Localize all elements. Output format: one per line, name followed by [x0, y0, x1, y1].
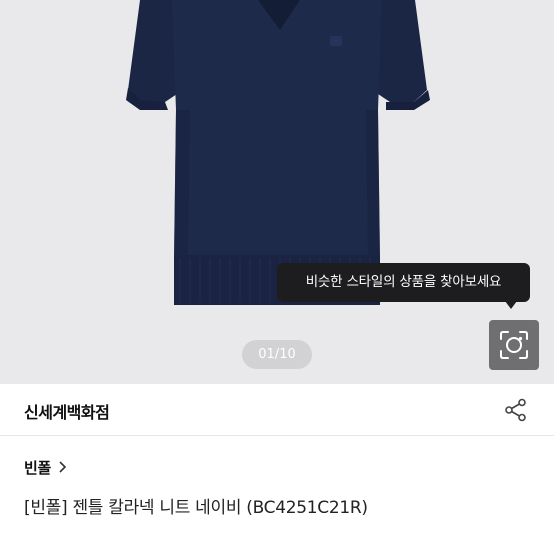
- tooltip-text: 비슷한 스타일의 상품을 찾아보세요: [305, 274, 502, 290]
- share-button[interactable]: [502, 396, 530, 424]
- product-title: [빈폴] 젠틀 칼라넥 니트 네이비 (BC4251C21R): [24, 498, 368, 518]
- camera-scan-icon: [500, 331, 528, 359]
- seller-bar: 신세계백화점: [0, 384, 554, 436]
- product-photo: [126, 0, 430, 305]
- image-search-button[interactable]: [489, 320, 539, 370]
- similar-style-tooltip[interactable]: 비슷한 스타일의 상품을 찾아보세요: [277, 263, 530, 302]
- share-icon: [505, 398, 526, 422]
- product-image-gallery[interactable]: 비슷한 스타일의 상품을 찾아보세요 01/10: [0, 0, 554, 384]
- chevron-right-icon: [59, 461, 67, 473]
- page-indicator: 01/10: [242, 340, 312, 369]
- seller-name[interactable]: 신세계백화점: [24, 399, 110, 423]
- tooltip-arrow: [505, 301, 517, 309]
- brand-link[interactable]: 빈폴: [24, 456, 69, 478]
- brand-name: 빈폴: [24, 458, 52, 477]
